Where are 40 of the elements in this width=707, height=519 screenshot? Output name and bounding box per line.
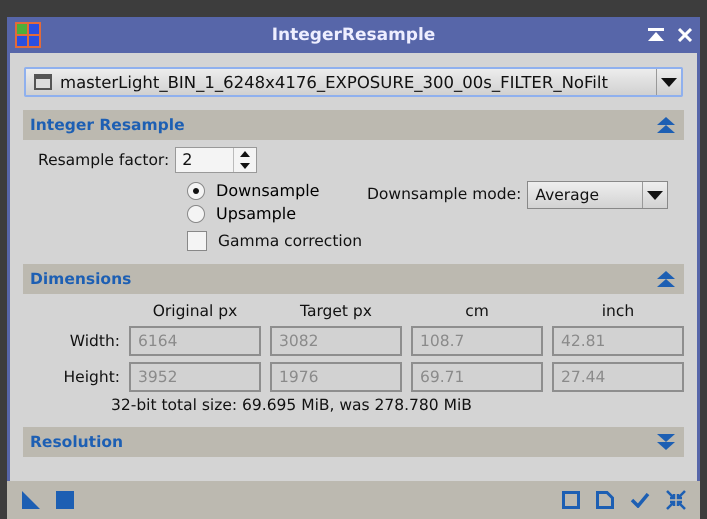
square-outline-icon[interactable] (562, 491, 580, 509)
value-field: 108.7 (411, 326, 543, 356)
collapse-arrows-icon[interactable] (666, 490, 686, 510)
window-title: IntegerResample (270, 25, 436, 45)
value-field: 3082 (270, 326, 402, 356)
expand-icon (656, 433, 676, 451)
collapse-icon (656, 116, 676, 134)
row-label: Width: (68, 332, 120, 350)
up-arrow-icon (240, 151, 250, 157)
app-icon (15, 22, 41, 48)
value-field: 42.81 (552, 326, 684, 356)
column-header: Target px (299, 302, 373, 320)
triangle-icon[interactable] (22, 491, 40, 509)
radio-option[interactable]: Downsample (187, 181, 367, 200)
window-icon (34, 74, 52, 90)
field-label: Resample factor: (38, 151, 170, 169)
collapse-icon (656, 270, 676, 288)
value-field: 27.44 (552, 362, 684, 392)
field-label: Downsample mode: (367, 185, 522, 203)
column-header: Original px (152, 302, 238, 320)
document-icon[interactable] (596, 491, 614, 509)
value-field: 69.71 (411, 362, 543, 392)
checkmark-icon[interactable] (630, 492, 650, 508)
value-field: 1976 (270, 362, 402, 392)
mode-dropdown[interactable]: Average (527, 181, 668, 209)
checkbox-option[interactable]: Gamma correction (187, 231, 362, 251)
value-field: 3952 (129, 362, 261, 392)
caret-icon (661, 78, 677, 86)
view-selector[interactable]: masterLight_BIN_1_6248x4176_EXPOSURE_300_00s_FILTER_NoFilt (24, 67, 683, 97)
close-icon[interactable] (678, 28, 692, 42)
caret-icon (647, 190, 664, 200)
factor-spinbox[interactable]: 2 (175, 147, 258, 173)
row-label: Height: (62, 368, 120, 386)
radio-option[interactable]: Upsample (187, 204, 367, 223)
down-arrow-icon (240, 163, 250, 169)
shade-icon[interactable] (648, 28, 664, 42)
column-header: inch (600, 302, 636, 320)
size-note: 32-bit total size: 69.695 MiB, was 278.780 MiB (110, 396, 473, 414)
column-header: cm (464, 302, 490, 320)
value-field: 6164 (129, 326, 261, 356)
